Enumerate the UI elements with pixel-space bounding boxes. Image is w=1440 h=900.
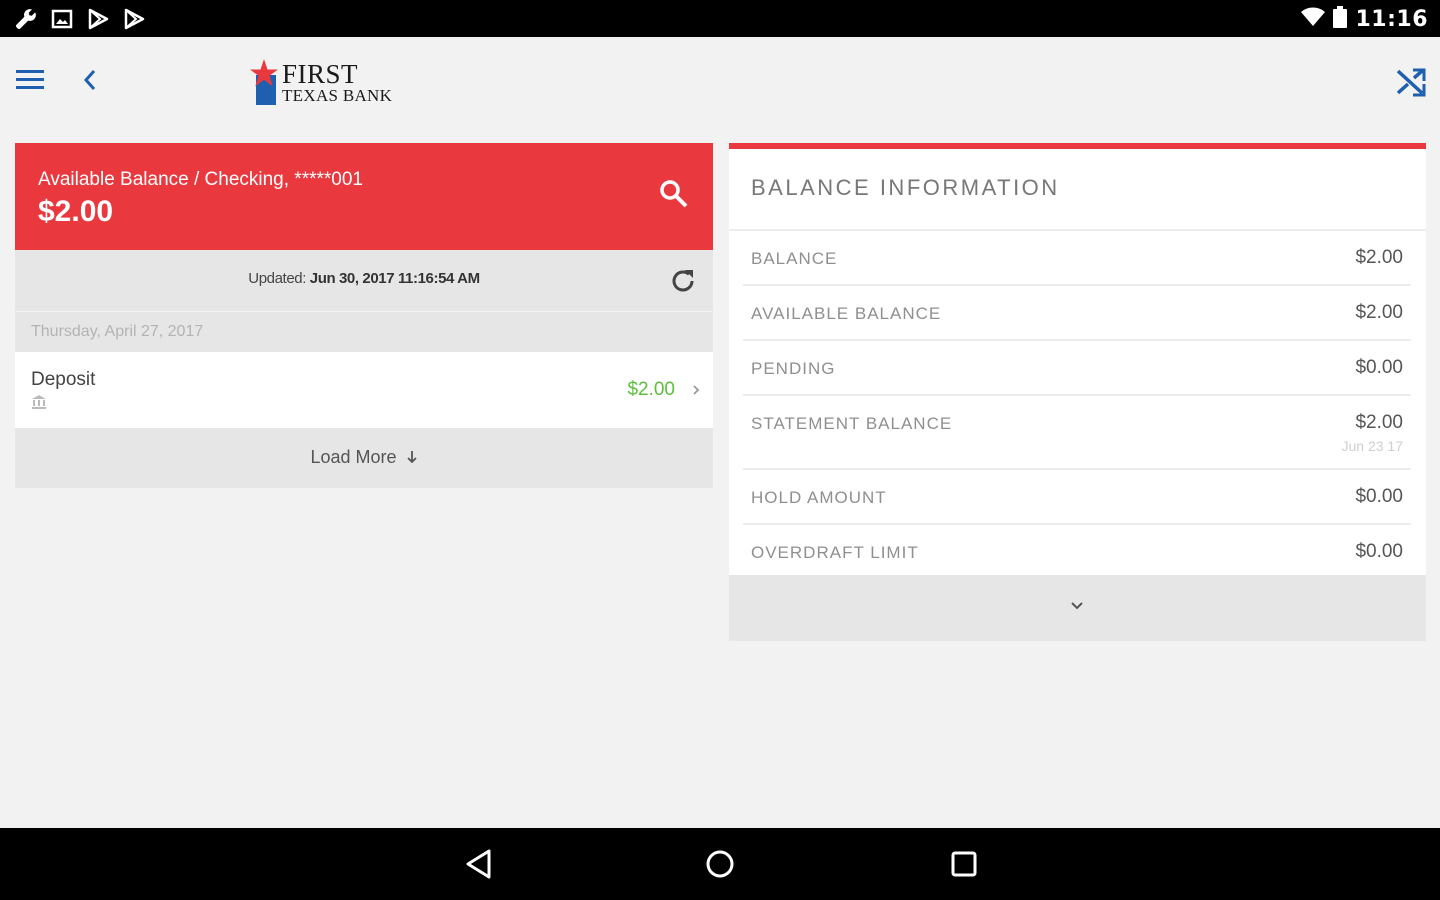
search-transactions-button[interactable] [659,179,689,209]
refresh-icon [672,270,694,292]
image-icon [50,7,74,31]
status-bar: 11:16 [0,0,1440,37]
row-label: AVAILABLE BALANCE [751,304,942,323]
search-icon [660,180,688,208]
statement-balance-row: STATEMENT BALANCE $2.00 Jun 23 17 [743,396,1411,470]
updated-prefix: Updated: [248,270,310,287]
play-store-icon [86,7,110,31]
load-more-text: Load More [310,447,397,467]
refresh-button[interactable] [667,265,699,297]
nav-back-button[interactable] [460,846,496,882]
updated-bar: Updated: Jun 30, 2017 11:16:54 AM [15,250,713,311]
row-label: PENDING [751,359,836,378]
arrow-down-icon [406,451,417,464]
pending-row: PENDING $0.00 [743,341,1411,396]
system-status: 11:16 [1301,6,1428,33]
nav-home-button[interactable] [702,846,738,882]
transaction-date-header: Thursday, April 27, 2017 [15,312,713,352]
transaction-date: Thursday, April 27, 2017 [31,323,204,340]
overdraft-limit-row: OVERDRAFT LIMIT $0.00 [743,525,1411,575]
load-more-label: Load More [15,447,713,468]
transaction-description: Deposit [31,369,96,390]
logo-text-first: FIRST [282,59,359,89]
account-label: Available Balance / Checking, *****001 [38,169,363,190]
nav-recents-button[interactable] [946,846,982,882]
battery-icon [1333,6,1348,33]
system-navigation-bar [0,828,1440,900]
row-label: STATEMENT BALANCE [751,414,953,433]
transaction-row[interactable]: Deposit $2.00 [15,352,713,428]
row-value: $0.00 [1355,486,1403,507]
available-balance-amount: $2.00 [38,195,114,228]
app-header: FIRST TEXAS BANK [0,37,1440,127]
row-label: HOLD AMOUNT [751,488,887,507]
row-value: $0.00 [1355,357,1403,378]
bank-icon [32,395,46,409]
circle-home-icon [706,850,734,878]
balance-information-title: BALANCE INFORMATION [751,175,1060,200]
bank-logo: FIRST TEXAS BANK [250,59,400,109]
available-balance-card: Available Balance / Checking, *****001 $… [15,143,713,250]
row-label: BALANCE [751,249,838,268]
notification-icons [14,7,146,31]
row-value: $0.00 [1355,541,1403,562]
play-store-icon [122,7,146,31]
square-recents-icon [951,851,977,877]
menu-button[interactable] [14,67,46,91]
load-more-button[interactable]: Load More [15,428,713,488]
wrench-icon [14,7,38,31]
hamburger-menu-icon [16,70,44,89]
shuffle-icon [1396,68,1426,97]
back-button[interactable] [78,67,102,93]
clock: 11:16 [1355,7,1428,32]
row-value: $2.00 [1355,247,1403,268]
wifi-icon [1301,7,1326,32]
row-label: OVERDRAFT LIMIT [751,543,919,562]
updated-timestamp: Jun 30, 2017 11:16:54 AM [309,270,480,287]
logo-text-texas-bank: TEXAS BANK [282,86,393,105]
chevron-right-icon [693,385,700,395]
triangle-back-icon [466,849,491,879]
row-value: $2.00 [1355,412,1403,433]
row-value: $2.00 [1355,302,1403,323]
switch-account-button[interactable] [1394,67,1428,97]
transaction-amount: $2.00 [627,379,675,400]
balance-row: BALANCE $2.00 [743,231,1411,286]
chevron-left-icon [83,70,96,90]
hold-amount-row: HOLD AMOUNT $0.00 [743,470,1411,525]
balance-information-panel: BALANCE INFORMATION BALANCE $2.00 AVAILA… [729,143,1426,575]
star-flag-icon [250,59,278,105]
statement-date: Jun 23 17 [1341,438,1404,454]
chevron-down-icon [1071,602,1083,610]
available-balance-row: AVAILABLE BALANCE $2.00 [743,286,1411,341]
last-updated-text: Updated: Jun 30, 2017 11:16:54 AM [15,270,713,287]
expand-details-button[interactable] [729,575,1426,641]
